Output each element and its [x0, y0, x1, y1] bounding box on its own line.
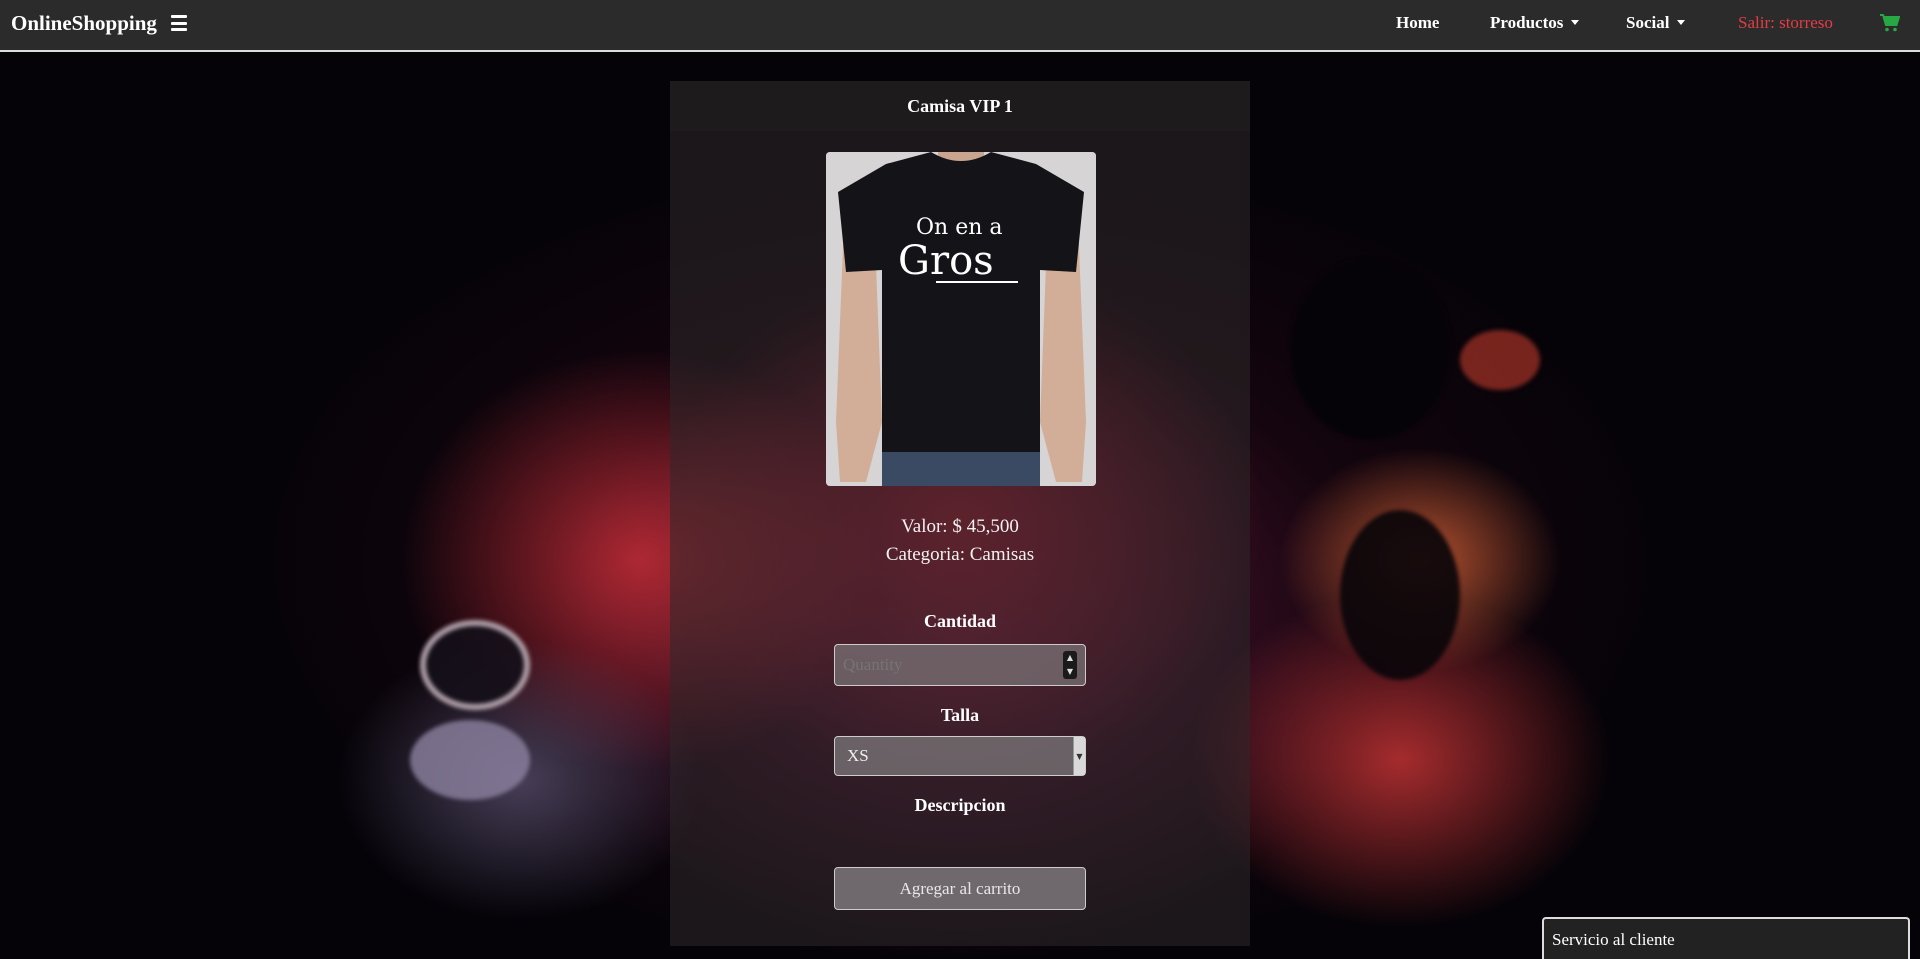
quantity-label: Cantidad [923, 611, 997, 631]
background-blob [410, 720, 530, 800]
background-blob [420, 620, 530, 710]
nav-social-dropdown[interactable]: Social [1626, 13, 1686, 33]
product-image: On en a Gros [826, 152, 1096, 486]
background-blob [1290, 260, 1450, 440]
background-blob [1340, 510, 1460, 680]
description-label: Descripcion [914, 795, 1006, 815]
size-select-value: XS [847, 746, 869, 765]
nav-home-link[interactable]: Home [1396, 13, 1439, 33]
menu-icon[interactable] [171, 15, 187, 31]
nav-social-label: Social [1626, 13, 1670, 32]
nav-productos-label: Productos [1490, 13, 1564, 32]
caret-down-icon [1571, 19, 1580, 25]
shopping-cart-icon[interactable] [1880, 14, 1900, 32]
customer-service-chat[interactable]: Servicio al cliente [1542, 917, 1910, 959]
product-category: Categoria: Camisas [885, 544, 1035, 565]
product-card: Camisa VIP 1 On en a Gros Valor: $ 45,50… [670, 81, 1250, 946]
chevron-down-icon[interactable]: ▼ [1073, 737, 1085, 775]
quantity-input[interactable] [834, 644, 1086, 686]
size-label: Talla [940, 705, 980, 725]
product-title: Camisa VIP 1 [670, 81, 1250, 131]
product-price: Valor: $ 45,500 [901, 516, 1019, 537]
caret-down-icon [1677, 19, 1686, 25]
quantity-stepper[interactable]: ▲ ▼ [1063, 651, 1077, 679]
shirt-print-line1: On en a [916, 215, 1003, 240]
background-blob [1460, 330, 1540, 390]
brand-link[interactable]: OnlineShopping [11, 11, 157, 36]
logout-link[interactable]: Salir: storreso [1738, 13, 1833, 33]
shirt-print-line2: Gros [898, 238, 994, 284]
add-to-cart-button[interactable]: Agregar al carrito [834, 867, 1086, 910]
size-select[interactable]: XS ▼ [834, 736, 1086, 776]
chevron-up-icon[interactable]: ▲ [1067, 654, 1073, 662]
nav-productos-dropdown[interactable]: Productos [1490, 13, 1580, 33]
chevron-down-icon[interactable]: ▼ [1067, 668, 1073, 676]
navbar: OnlineShopping Home Productos Social Sal… [0, 0, 1920, 52]
